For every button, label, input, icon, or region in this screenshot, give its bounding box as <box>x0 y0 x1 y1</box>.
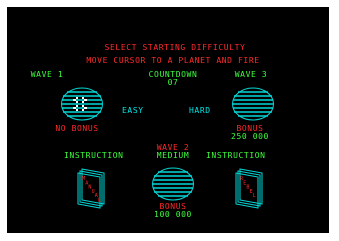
medium-label: MEDIUM <box>156 151 190 160</box>
medium-bonus-value: 100 000 <box>154 210 192 219</box>
instruction-text: MOVE CURSOR TO A PLANET AND FIRE <box>86 56 260 65</box>
rebel-book-title: REBEL <box>240 176 256 199</box>
book-letter: L <box>253 193 256 199</box>
wave-3-label: WAVE 3 <box>234 70 268 79</box>
hard-bonus-value: 250 000 <box>231 132 269 141</box>
wave-1-label: WAVE 1 <box>30 70 64 79</box>
game-screen: SELECT STARTING DIFFICULTY MOVE CURSOR T… <box>7 7 329 233</box>
easy-planet-icon[interactable] <box>60 87 104 121</box>
book-letter: L <box>98 198 101 204</box>
instruction-left-label: INSTRUCTION <box>64 151 124 160</box>
easy-bonus-text: NO BONUS <box>55 124 99 133</box>
medium-planet-icon[interactable] <box>151 167 195 201</box>
hard-planet-icon[interactable] <box>231 87 275 121</box>
hard-label: HARD <box>189 106 211 115</box>
countdown-value: 07 <box>167 78 179 87</box>
manual-book-icon[interactable]: MANUAL <box>77 168 113 209</box>
select-difficulty-heading: SELECT STARTING DIFFICULTY <box>104 43 246 52</box>
manual-book-title: MANUAL <box>82 176 101 204</box>
instruction-right-label: INSTRUCTION <box>206 151 266 160</box>
easy-label: EASY <box>122 106 144 115</box>
rebel-book-icon[interactable]: REBEL <box>235 168 271 209</box>
